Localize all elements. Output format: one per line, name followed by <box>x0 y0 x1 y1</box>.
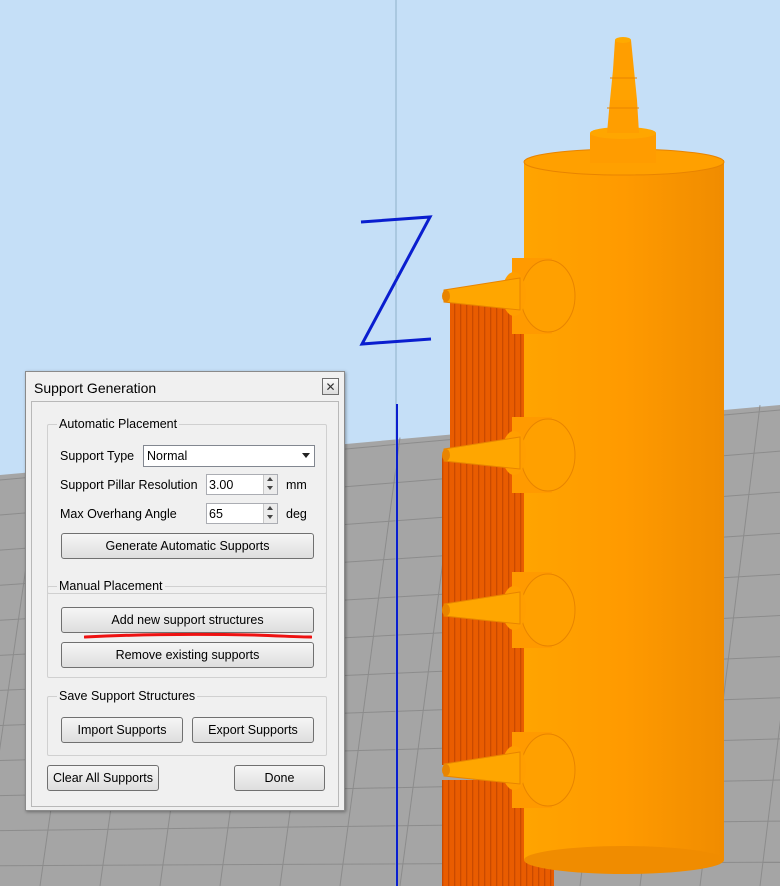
generate-automatic-supports-button[interactable]: Generate Automatic Supports <box>61 533 314 559</box>
pillar-resolution-input[interactable] <box>209 476 259 493</box>
import-supports-button[interactable]: Import Supports <box>61 717 183 743</box>
automatic-placement-label: Automatic Placement <box>57 417 180 431</box>
add-support-structures-button[interactable]: Add new support structures <box>61 607 314 633</box>
dialog-body: Automatic Placement Support Type Normal … <box>31 401 339 807</box>
close-icon[interactable]: ✕ <box>322 378 339 395</box>
save-support-structures-label: Save Support Structures <box>57 689 198 703</box>
save-support-structures-group: Save Support Structures Import Supports … <box>47 689 327 756</box>
done-button[interactable]: Done <box>234 765 325 791</box>
support-type-value: Normal <box>147 449 188 463</box>
manual-placement-label: Manual Placement <box>57 579 165 593</box>
overhang-angle-input[interactable] <box>209 505 259 522</box>
pillar-resolution-label: Support Pillar Resolution <box>60 478 198 492</box>
spin-down-icon[interactable] <box>263 484 277 494</box>
automatic-placement-group: Automatic Placement Support Type Normal … <box>47 417 327 594</box>
support-generation-dialog: Support Generation ✕ Automatic Placement… <box>25 371 345 811</box>
remove-existing-supports-button[interactable]: Remove existing supports <box>61 642 314 668</box>
overhang-angle-unit: deg <box>286 507 307 521</box>
dialog-title: Support Generation <box>34 380 157 396</box>
red-underline-annotation <box>84 632 312 639</box>
pillar-resolution-spinbox[interactable] <box>206 474 278 495</box>
support-type-label: Support Type <box>60 449 135 463</box>
support-type-select[interactable]: Normal <box>143 445 315 467</box>
chevron-down-icon <box>302 453 310 458</box>
manual-placement-group: Manual Placement Add new support structu… <box>47 579 327 678</box>
overhang-angle-label: Max Overhang Angle <box>60 507 177 521</box>
overhang-angle-spinbox[interactable] <box>206 503 278 524</box>
spin-down-icon[interactable] <box>263 513 277 523</box>
pillar-resolution-unit: mm <box>286 478 307 492</box>
export-supports-button[interactable]: Export Supports <box>192 717 314 743</box>
clear-all-supports-button[interactable]: Clear All Supports <box>47 765 159 791</box>
